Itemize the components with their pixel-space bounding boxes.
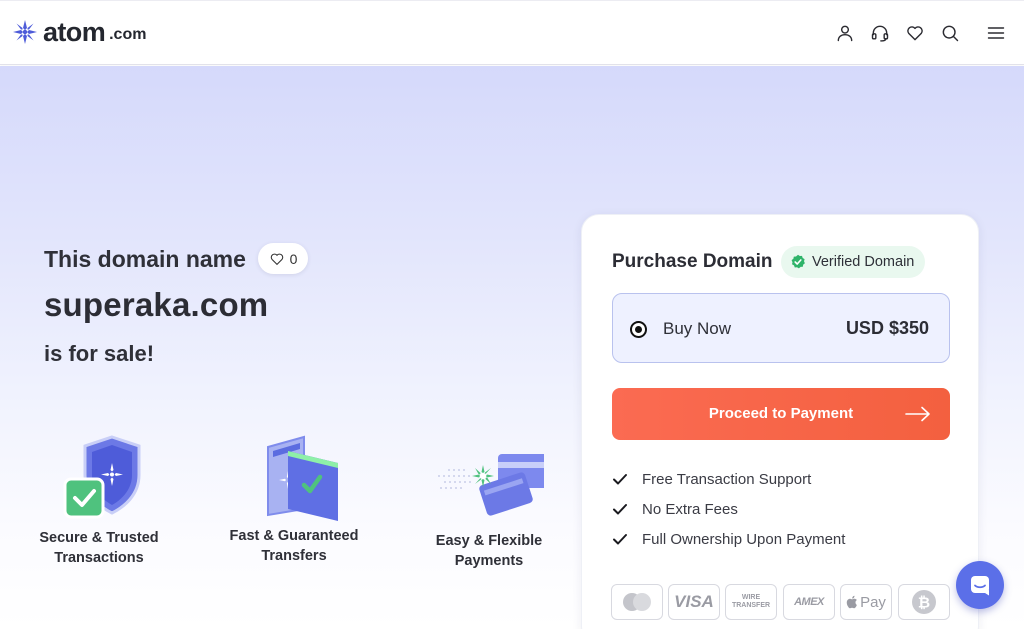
proceed-to-payment-label: Proceed to Payment (708, 405, 854, 422)
feature-payments-label: Easy & Flexible Payments (435, 533, 543, 569)
feature-fast-label: Fast & Guaranteed Transfers (229, 528, 359, 564)
domain-name: superaka.com (44, 286, 269, 323)
payment-cards-icon (438, 454, 544, 516)
perk-label: Full Ownership Upon Payment (642, 530, 846, 548)
user-icon[interactable] (834, 22, 856, 44)
menu-icon[interactable] (985, 22, 1007, 44)
visa-icon: VISA (668, 584, 720, 620)
check-icon (613, 534, 627, 545)
buy-now-radio[interactable] (630, 321, 647, 338)
apple-pay-icon: Pay (840, 584, 892, 620)
buy-now-option[interactable]: Buy Now USD $350 (612, 293, 950, 363)
domain-intro-text: This domain name (44, 246, 246, 272)
check-icon (613, 474, 627, 485)
atom-logo-icon (13, 20, 37, 44)
shield-check-icon (63, 435, 141, 519)
logo-suffix: .com (109, 26, 147, 43)
favorite-count: 0 (289, 250, 298, 267)
search-icon[interactable] (939, 22, 961, 44)
feature-fast: Fast & Guaranteed Transfers (224, 433, 364, 566)
heart-icon[interactable] (904, 22, 926, 44)
buy-now-price: USD $350 (845, 318, 929, 338)
heart-outline-icon (270, 253, 283, 265)
proceed-to-payment-button[interactable]: Proceed to Payment (612, 388, 950, 440)
chat-icon (971, 576, 989, 596)
arrow-right-icon (905, 406, 930, 422)
amex-icon: AMEX (783, 584, 835, 620)
feature-payments: Easy & Flexible Payments (419, 448, 559, 571)
perk-item: No Extra Fees (612, 499, 738, 519)
logo-wordmark: atom (43, 16, 106, 47)
transfer-folders-icon (267, 435, 338, 521)
verified-badge: Verified Domain (781, 246, 926, 278)
headset-icon[interactable] (869, 22, 891, 44)
chat-launcher-button[interactable] (956, 561, 1004, 609)
perk-item: Free Transaction Support (612, 469, 811, 489)
perk-item: Full Ownership Upon Payment (612, 529, 845, 549)
perk-label: No Extra Fees (642, 500, 738, 518)
purchase-card: Purchase Domain Verified Domain Buy Now … (581, 214, 979, 629)
feature-secure-label: Secure & Trusted Transactions (39, 530, 159, 566)
favorite-button[interactable]: 0 (258, 243, 308, 274)
buy-now-label: Buy Now (663, 319, 732, 338)
verified-badge-label: Verified Domain (812, 254, 915, 270)
mastercard-icon (611, 584, 663, 620)
bitcoin-icon: ₿ (898, 584, 950, 620)
check-icon (613, 504, 627, 515)
svg-text:₿: ₿ (918, 594, 930, 612)
atom-logo[interactable]: atom .com (11, 17, 146, 47)
perk-label: Free Transaction Support (642, 470, 812, 488)
for-sale-text: is for sale! (44, 341, 155, 366)
wire-transfer-icon: WIRE TRANSFER (725, 584, 777, 620)
purchase-title: Purchase Domain (612, 251, 773, 272)
site-header: atom .com (0, 0, 1024, 65)
verified-check-icon (791, 254, 805, 269)
feature-secure: Secure & Trusted Transactions (29, 433, 169, 568)
